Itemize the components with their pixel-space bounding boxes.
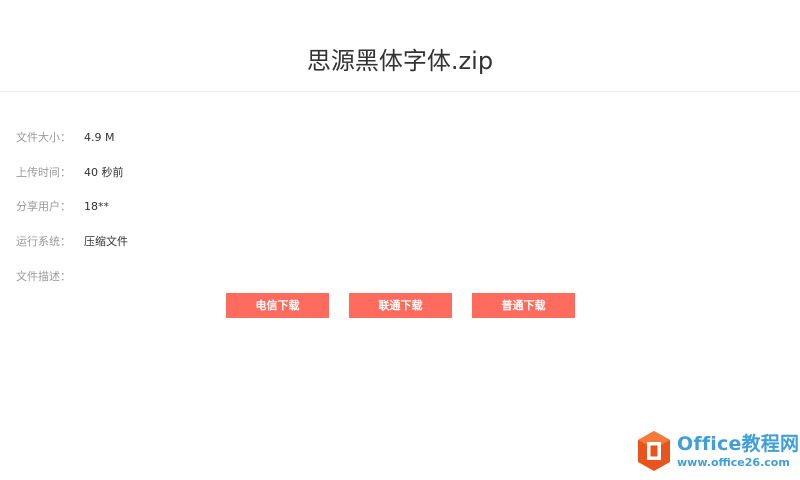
info-row-description: 文件描述： bbox=[16, 259, 616, 294]
unicom-download-button[interactable]: 联通下载 bbox=[349, 293, 452, 318]
info-label: 文件大小： bbox=[16, 131, 71, 145]
info-row-share-user: 分享用户： 18** bbox=[16, 190, 616, 225]
telecom-download-button[interactable]: 电信下载 bbox=[226, 293, 329, 318]
info-value: 压缩文件 bbox=[84, 235, 128, 249]
info-label: 上传时间： bbox=[16, 165, 71, 179]
download-buttons: 电信下载 联通下载 普通下载 bbox=[226, 293, 575, 318]
info-label: 分享用户： bbox=[16, 200, 71, 214]
office-logo-icon bbox=[638, 431, 670, 471]
info-value: 18** bbox=[84, 200, 109, 214]
page-title: 思源黑体字体.zip bbox=[306, 47, 494, 75]
info-value: 4.9 M bbox=[84, 131, 115, 145]
info-value: 40 秒前 bbox=[84, 165, 124, 179]
info-row-size: 文件大小： 4.9 M bbox=[16, 121, 616, 156]
watermark: Office教程网 www.office26.com bbox=[636, 430, 800, 474]
page-header: 思源黑体字体.zip bbox=[0, 0, 800, 92]
normal-download-button[interactable]: 普通下载 bbox=[472, 293, 575, 318]
file-info-list: 文件大小： 4.9 M 上传时间： 40 秒前 分享用户： 18** 运行系统：… bbox=[16, 121, 616, 294]
info-label: 文件描述： bbox=[16, 269, 71, 283]
info-row-system: 运行系统： 压缩文件 bbox=[16, 225, 616, 260]
watermark-title: Office教程网 bbox=[677, 433, 800, 455]
watermark-url: www.office26.com bbox=[677, 456, 790, 469]
info-label: 运行系统： bbox=[16, 235, 71, 249]
info-row-upload-time: 上传时间： 40 秒前 bbox=[16, 156, 616, 191]
